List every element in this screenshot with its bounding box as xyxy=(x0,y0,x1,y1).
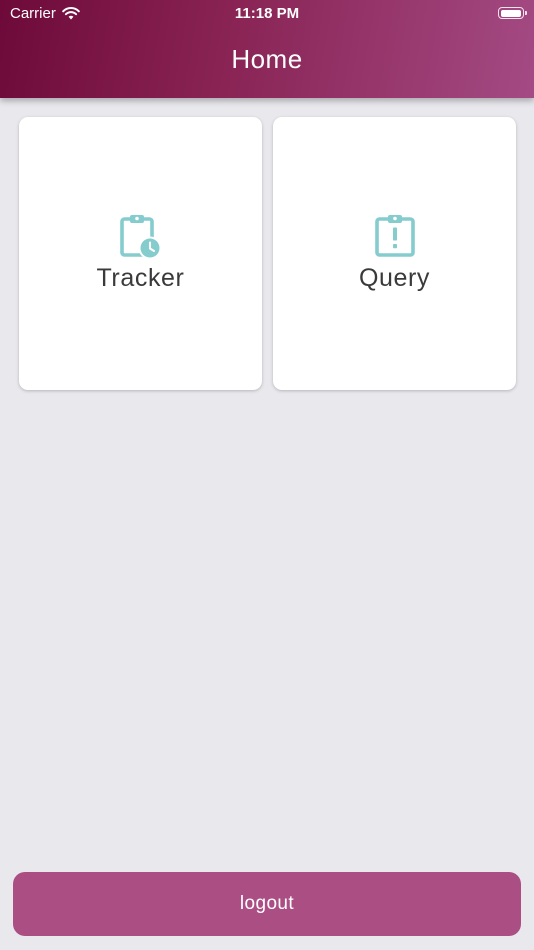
battery-icon xyxy=(498,7,527,19)
battery-level xyxy=(500,9,521,17)
logout-button[interactable]: logout xyxy=(13,872,521,936)
app-bar: Carrier 11:18 PM Home xyxy=(0,0,534,98)
status-time: 11:18 PM xyxy=(234,5,300,22)
tracker-tile[interactable]: Tracker xyxy=(19,117,262,390)
status-bar: Carrier 11:18 PM xyxy=(0,0,534,28)
page-title: Home xyxy=(231,44,303,74)
query-label: Query xyxy=(358,264,431,292)
tracker-label: Tracker xyxy=(96,264,185,292)
clipboard-alert-icon xyxy=(374,215,415,257)
query-tile[interactable]: Query xyxy=(273,117,516,390)
clipboard-clock-icon xyxy=(119,215,161,260)
